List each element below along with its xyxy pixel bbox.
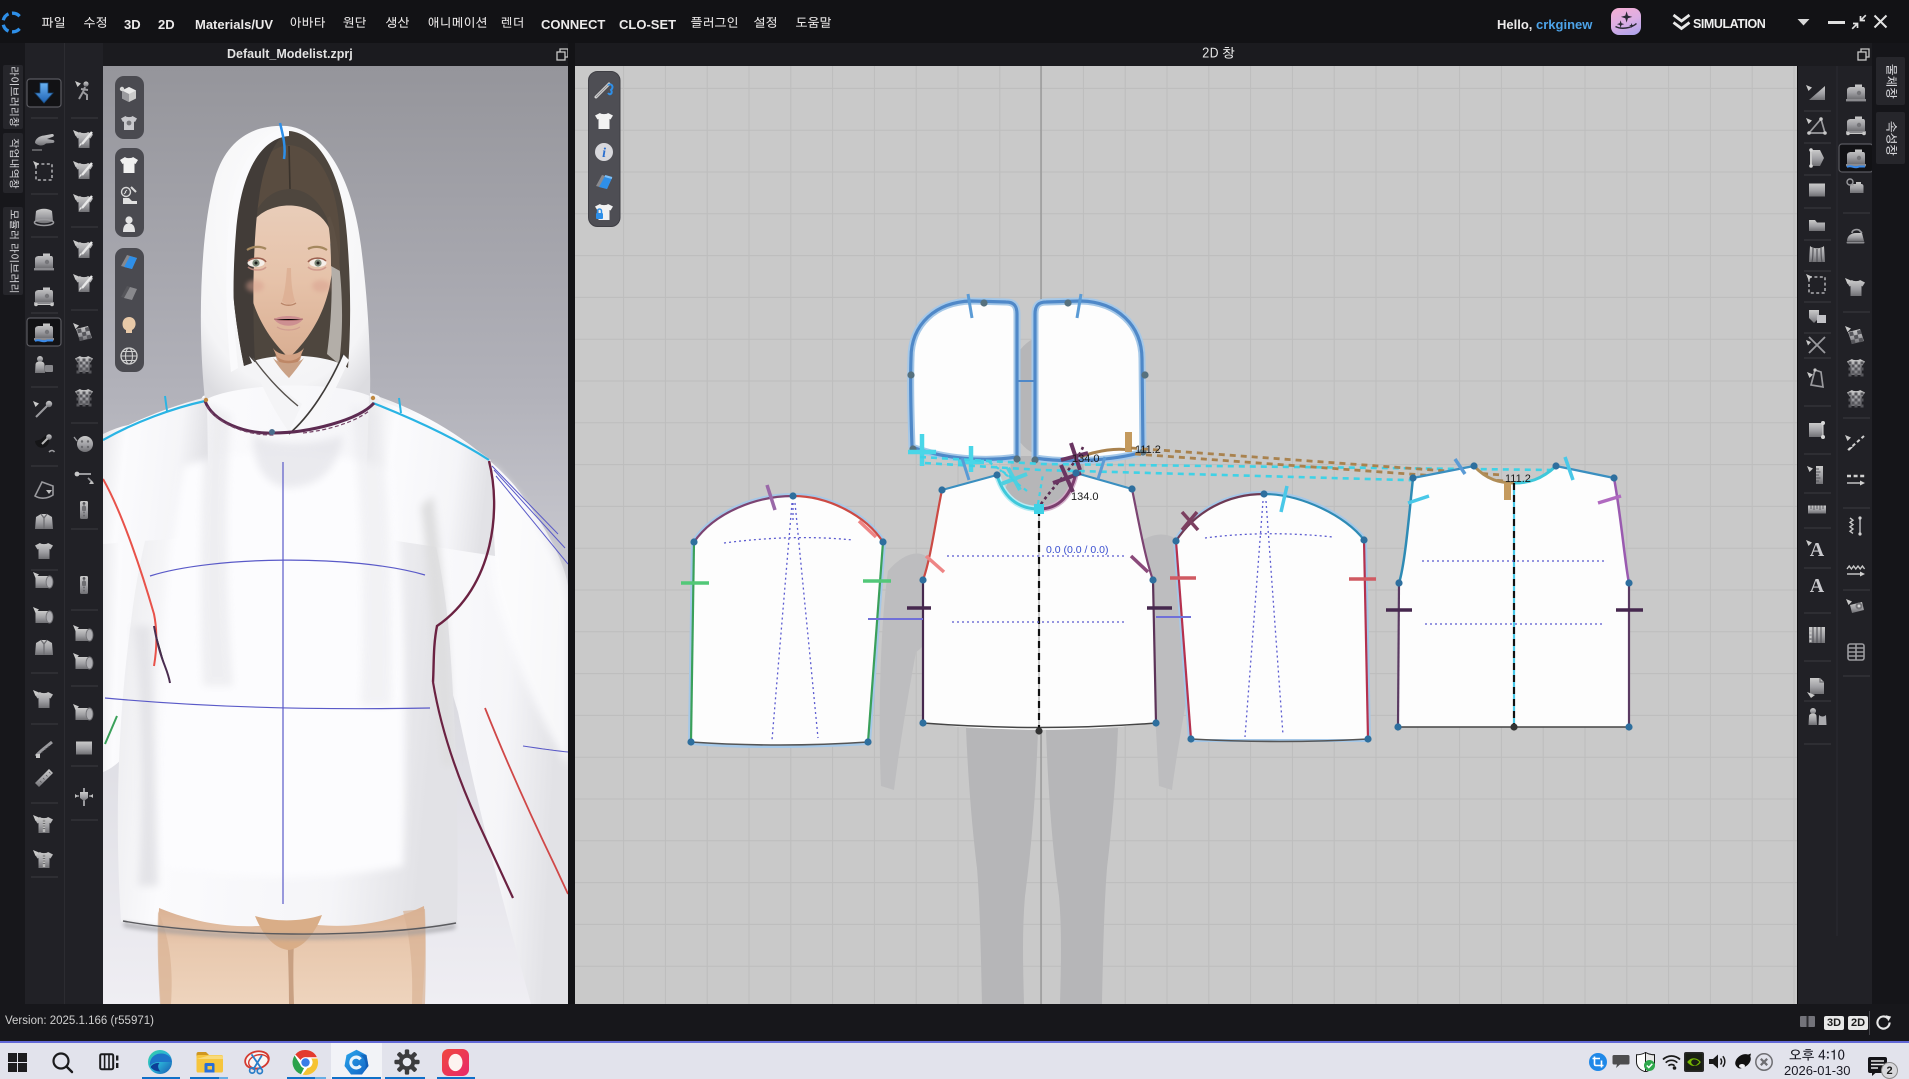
svg-text:134.0: 134.0 (1071, 491, 1099, 503)
svg-text:111.2: 111.2 (1505, 473, 1531, 485)
svg-text:A: A (1810, 575, 1825, 597)
svg-text:134.0: 134.0 (1072, 453, 1100, 465)
svg-text:111.2: 111.2 (1135, 444, 1161, 456)
svg-text:i: i (602, 146, 606, 161)
svg-text:0.0 (0.0 / 0.0): 0.0 (0.0 / 0.0) (1046, 544, 1108, 556)
svg-text:A: A (1810, 539, 1825, 561)
